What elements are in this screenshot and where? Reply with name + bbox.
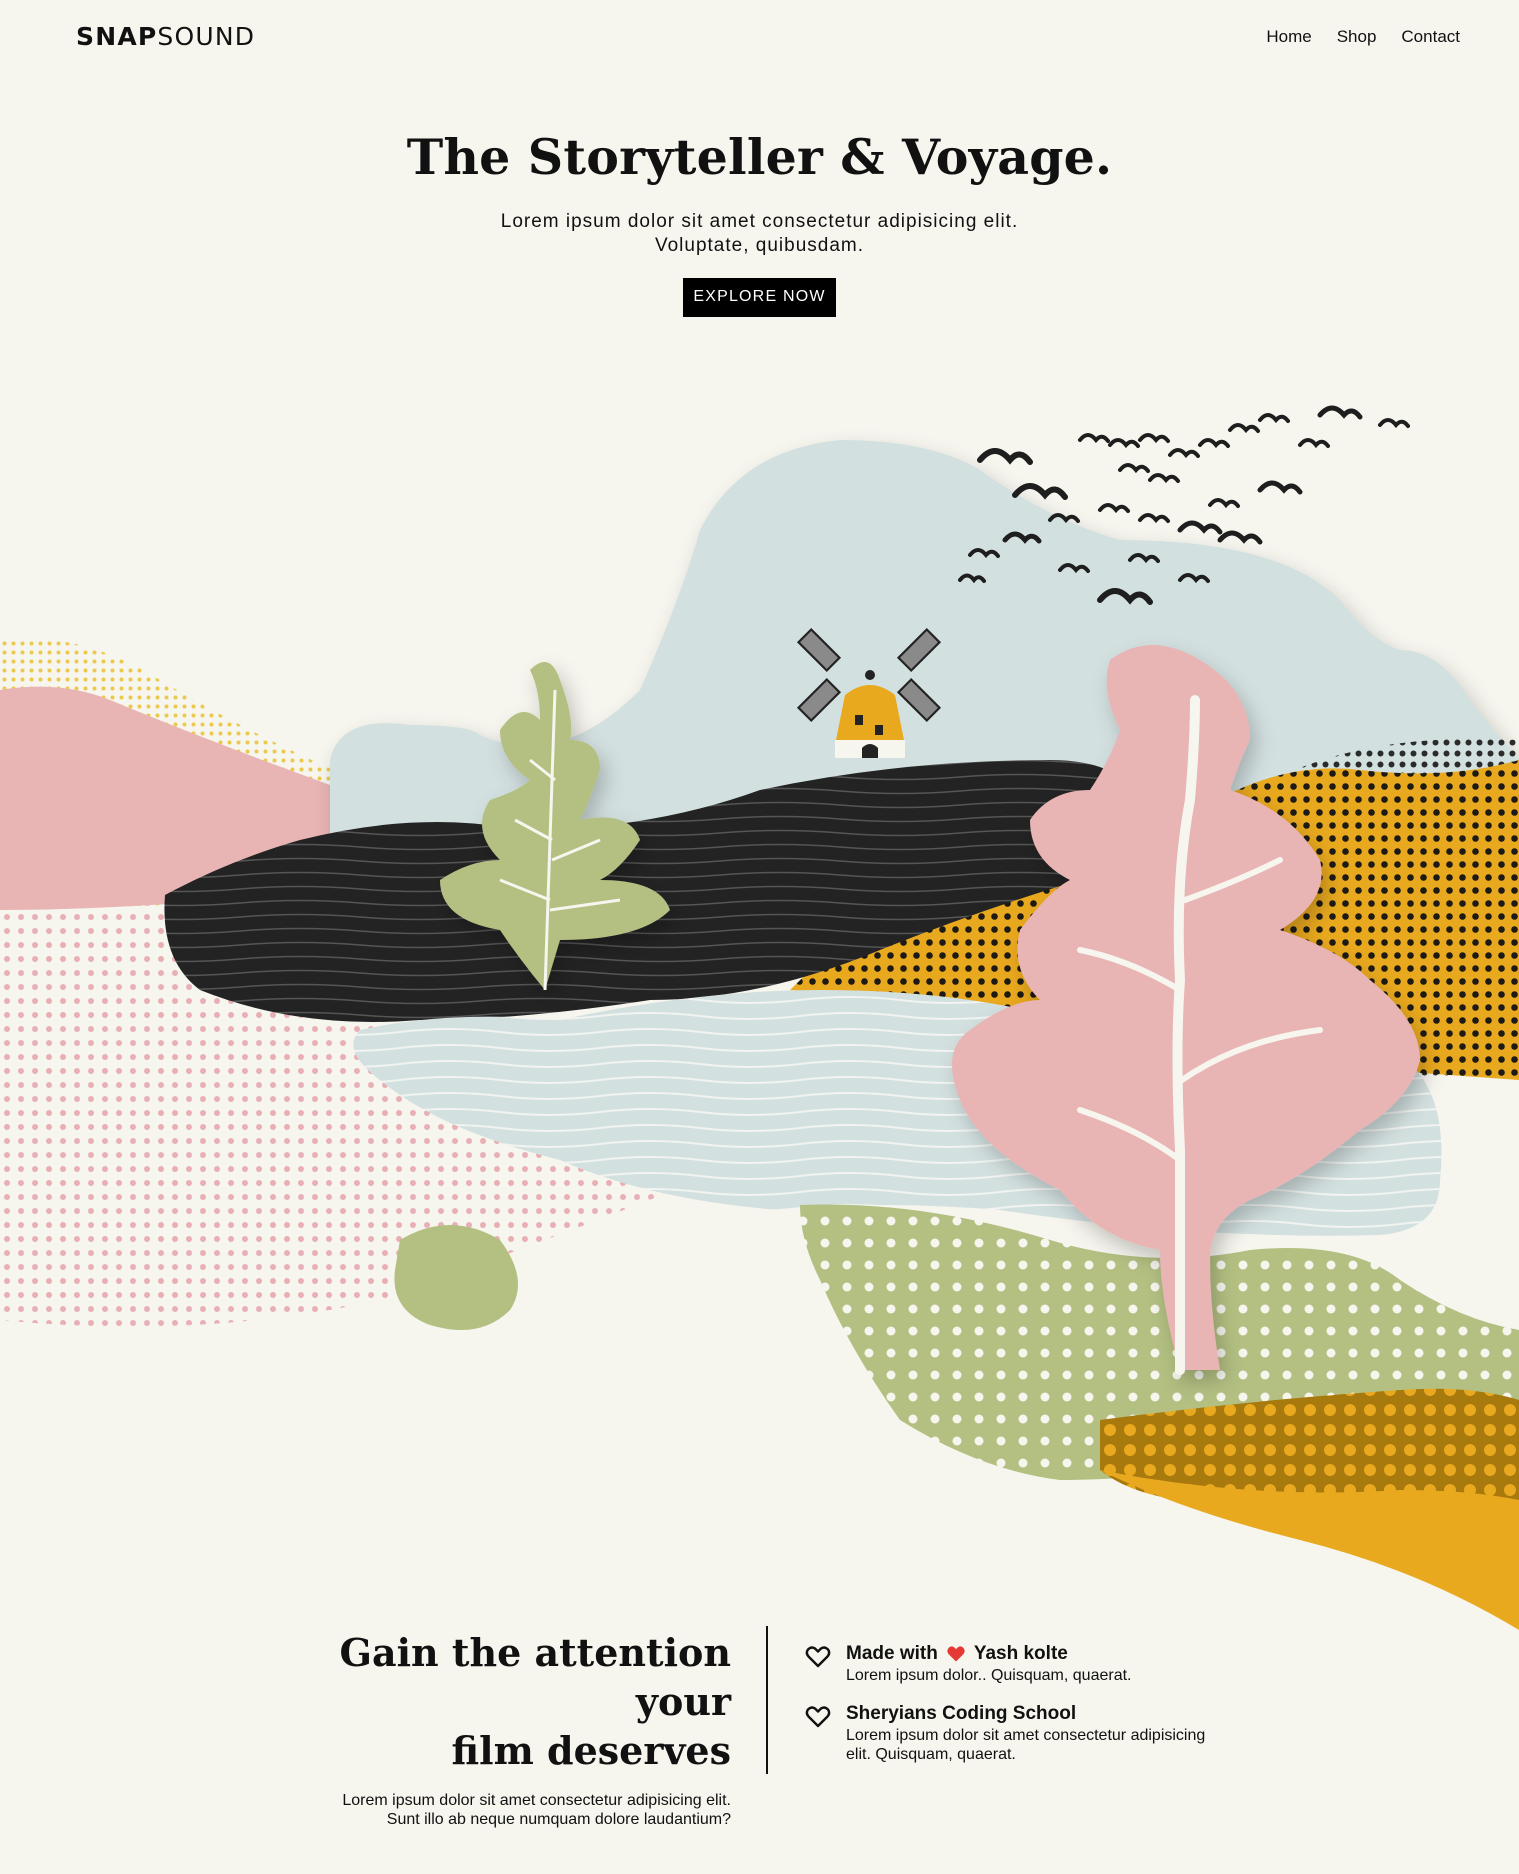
footer-heading-line2: film deserves <box>451 1728 732 1773</box>
footer-credits: Made with Yash kolte Lorem ipsum dolor..… <box>804 1643 1224 1782</box>
explore-now-button[interactable]: EXPLORE NOW <box>683 278 836 317</box>
school-description-line2: elit. Quisquam, quaerat. <box>846 1746 1016 1763</box>
credit-item-made-with: Made with Yash kolte Lorem ipsum dolor..… <box>804 1643 1224 1685</box>
footer-heading: Gain the attention your film deserves <box>280 1628 731 1775</box>
brand-logo[interactable]: SNAPSOUND <box>76 22 255 51</box>
logo-bold-text: SNAP <box>76 22 158 51</box>
heart-filled-icon <box>947 1646 965 1662</box>
hero-subtitle-line2: Voluptate, quibusdam. <box>654 235 865 256</box>
nav-link-home[interactable]: Home <box>1266 27 1311 47</box>
footer-heading-line1: Gain the attention your <box>339 1630 731 1724</box>
nav-link-contact[interactable]: Contact <box>1401 27 1460 47</box>
credit-item-school: Sheryians Coding School Lorem ipsum dolo… <box>804 1703 1224 1764</box>
author-name: Yash kolte <box>973 1643 1068 1664</box>
hero-section: The Storyteller & Voyage. Lorem ipsum do… <box>0 128 1519 317</box>
credit-title: Made with Yash kolte <box>846 1643 1131 1665</box>
footer-description-line2: Sunt illo ab neque numquam dolore laudan… <box>386 1811 731 1828</box>
mustard-hill <box>1100 1470 1519 1630</box>
credit-description: Lorem ipsum dolor.. Quisquam, quaerat. <box>846 1667 1132 1684</box>
top-navbar: SNAPSOUND Home Shop Contact <box>0 0 1519 76</box>
nav-menu: Home Shop Contact <box>1266 27 1460 47</box>
footer-heading-block: Gain the attention your film deserves Lo… <box>280 1628 731 1829</box>
school-description: Lorem ipsum dolor sit amet consectetur a… <box>846 1726 1205 1764</box>
hero-title: The Storyteller & Voyage. <box>406 128 1113 186</box>
heart-outline-icon <box>805 1646 831 1668</box>
hero-subtitle-line1: Lorem ipsum dolor sit amet consectetur a… <box>500 211 1019 232</box>
made-with-text: Made with <box>846 1643 938 1664</box>
school-title: Sheryians Coding School <box>846 1703 1077 1724</box>
sage-rock <box>394 1225 518 1330</box>
landscape-illustration <box>0 405 1519 1630</box>
school-description-line1: Lorem ipsum dolor sit amet consectetur a… <box>846 1727 1206 1744</box>
hero-subtitle: Lorem ipsum dolor sit amet consectetur a… <box>0 210 1519 258</box>
nav-link-shop[interactable]: Shop <box>1337 27 1377 47</box>
logo-light-text: SOUND <box>157 22 256 51</box>
footer-description-line1: Lorem ipsum dolor sit amet consectetur a… <box>342 1792 731 1809</box>
vertical-divider <box>766 1626 768 1774</box>
footer-description: Lorem ipsum dolor sit amet consectetur a… <box>280 1791 731 1829</box>
heart-outline-icon <box>805 1706 831 1728</box>
